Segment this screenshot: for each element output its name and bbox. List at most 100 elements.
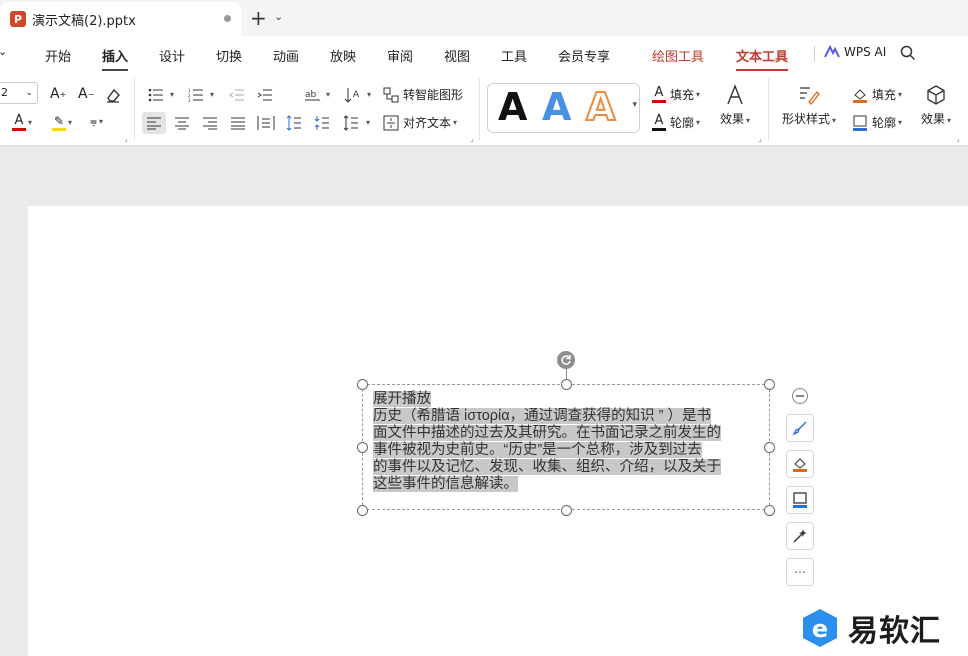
chevron-down-icon[interactable]: ▾: [326, 90, 330, 99]
shape-effect-button[interactable]: 效果 ▾: [921, 84, 951, 127]
brush-icon: [792, 421, 807, 436]
collapse-toolbar-button[interactable]: [792, 388, 808, 404]
resize-handle-left[interactable]: [357, 442, 368, 453]
wordart-blue-preset[interactable]: A: [542, 85, 571, 129]
text-sort-icon[interactable]: A: [344, 86, 362, 104]
text-style-dialog-launcher-icon[interactable]: ⌟: [758, 134, 762, 143]
add-tab-icon[interactable]: +: [250, 8, 267, 28]
menu-transition[interactable]: 切换: [216, 46, 242, 65]
chevron-down-icon[interactable]: ▾: [366, 118, 370, 127]
more-options-button[interactable]: ⋯: [786, 558, 814, 586]
gallery-more-icon[interactable]: ▾: [632, 100, 637, 110]
rotate-handle[interactable]: [557, 351, 575, 369]
wps-ai-icon: [824, 45, 840, 58]
text-direction-icon[interactable]: ab: [304, 88, 322, 102]
text-line: 面文件中描述的过去及其研究。在书面记录之前发生的: [373, 425, 721, 441]
align-left-icon[interactable]: [146, 116, 162, 130]
search-icon[interactable]: [900, 45, 916, 61]
smart-shape-icon: [383, 87, 399, 102]
menu-animation[interactable]: 动画: [273, 46, 299, 65]
selected-text-box[interactable]: 展开播放 历史（希腊语 ἱστορία，通过调查获得的知识 ” ）是书 面文件中…: [362, 384, 770, 510]
resize-handle-top[interactable]: [561, 379, 572, 390]
numbered-list-icon[interactable]: 123: [188, 88, 204, 102]
wordart-orange-outline-preset[interactable]: A: [585, 84, 616, 130]
menu-text-tools[interactable]: 文本工具: [736, 46, 789, 71]
shape-style-button[interactable]: 形状样式 ▾: [782, 84, 836, 127]
paragraph-spacing-icon[interactable]: [314, 115, 330, 131]
text-outline-label: 轮廓: [670, 116, 695, 130]
menu-home[interactable]: 开始: [45, 46, 71, 65]
shape-dialog-launcher-icon[interactable]: ⌟: [956, 134, 960, 143]
shape-fill-button[interactable]: 填充 ▾: [852, 86, 902, 103]
text-line: 历史（希腊语 ἱστορία，通过调查获得的知识 ” ）是书: [373, 408, 712, 424]
text-effect-icon: [727, 84, 743, 105]
more-icon: ⋯: [794, 565, 806, 579]
text-effect-button[interactable]: 效果 ▾: [720, 84, 750, 127]
site-watermark: e 易软汇: [800, 606, 941, 650]
text-outline-button[interactable]: A 轮廓 ▾: [652, 114, 700, 131]
shape-style-label: 形状样式: [782, 112, 831, 126]
svg-text:3: 3: [188, 98, 191, 102]
menu-member[interactable]: 会员专享: [558, 46, 610, 65]
line-spacing-icon[interactable]: [286, 115, 302, 131]
text-fill-button[interactable]: A 填充 ▾: [652, 86, 700, 103]
chevron-down-icon: ⌄: [25, 88, 33, 98]
decrease-font-icon[interactable]: A −: [78, 86, 94, 102]
font-dialog-launcher-icon[interactable]: ⌟: [124, 134, 128, 143]
menu-insert[interactable]: 插入: [102, 46, 129, 71]
wordart-black-preset[interactable]: A: [498, 85, 527, 129]
highlight-button[interactable]: ✎ ▾: [52, 114, 72, 131]
menu-slideshow[interactable]: 放映: [330, 46, 356, 65]
smart-shape-label: 转智能图形: [403, 88, 464, 102]
chevron-down-icon[interactable]: ▾: [210, 90, 214, 99]
decrease-indent-icon[interactable]: [229, 88, 245, 102]
resize-handle-bottom-left[interactable]: [357, 505, 368, 516]
align-center-icon[interactable]: [174, 116, 190, 130]
align-text-button[interactable]: 对齐文本 ▾: [383, 114, 457, 131]
shape-outline-button[interactable]: 轮廓 ▾: [852, 114, 902, 131]
increase-font-icon[interactable]: A +: [50, 86, 66, 102]
distribute-icon[interactable]: [257, 115, 275, 131]
font-color-button[interactable]: A ▾: [12, 114, 32, 131]
menu-collapse-icon[interactable]: ⌄: [0, 45, 7, 58]
menu-review[interactable]: 审阅: [387, 46, 413, 65]
shape-effect-label: 效果: [921, 112, 946, 126]
phonetic-button[interactable]: ⩦ ▾: [90, 114, 103, 129]
resize-handle-bottom-right[interactable]: [764, 505, 775, 516]
ribbon-separator: [134, 78, 135, 140]
smart-shape-button[interactable]: 转智能图形: [383, 86, 463, 103]
chevron-down-icon[interactable]: ⌄: [274, 10, 283, 23]
quick-effect-button[interactable]: [786, 522, 814, 550]
font-size-value: 2: [1, 86, 8, 99]
justify-icon[interactable]: [230, 116, 246, 130]
text-line: 的事件以及记忆、发现、收集、组织、介绍，以及关于: [373, 459, 721, 475]
text-line: 这些事件的信息解读。: [373, 476, 518, 492]
quick-outline-button[interactable]: [786, 486, 814, 514]
font-size-select[interactable]: 2 ⌄: [0, 82, 38, 104]
quick-style-button[interactable]: [786, 414, 814, 442]
bullet-list-icon[interactable]: [148, 88, 164, 102]
menu-view[interactable]: 视图: [444, 46, 470, 65]
document-tab[interactable]: P 演示文稿(2).pptx: [0, 2, 241, 36]
resize-handle-right[interactable]: [764, 442, 775, 453]
text-height-icon[interactable]: [343, 115, 359, 131]
menu-tools[interactable]: 工具: [501, 46, 527, 65]
menu-drawing-tools[interactable]: 绘图工具: [652, 46, 704, 65]
align-right-icon[interactable]: [202, 116, 218, 130]
chevron-down-icon[interactable]: ▾: [367, 90, 371, 99]
quick-fill-button[interactable]: [786, 450, 814, 478]
paragraph-dialog-launcher-icon[interactable]: ⌟: [470, 134, 474, 143]
ribbon-toolbar: 2 ⌄ A + A − A ▾ ✎ ▾ ⩦ ▾ ⌟ ▾ 123 ▾ ▾ ab ▾…: [0, 72, 968, 146]
increase-indent-icon[interactable]: [257, 88, 273, 102]
text-box-content[interactable]: 展开播放 历史（希腊语 ἱστορία，通过调查获得的知识 ” ）是书 面文件中…: [373, 391, 761, 493]
menu-design[interactable]: 设计: [159, 46, 185, 65]
resize-handle-top-left[interactable]: [357, 379, 368, 390]
ribbon-separator: [768, 78, 769, 140]
resize-handle-bottom[interactable]: [561, 505, 572, 516]
unsaved-dot-icon[interactable]: [224, 15, 231, 22]
resize-handle-top-right[interactable]: [764, 379, 775, 390]
clear-format-icon[interactable]: [104, 86, 122, 104]
wps-ai-button[interactable]: WPS AI: [824, 45, 886, 59]
chevron-down-icon[interactable]: ▾: [170, 90, 174, 99]
wordart-style-gallery[interactable]: A A A ▾: [487, 83, 640, 133]
